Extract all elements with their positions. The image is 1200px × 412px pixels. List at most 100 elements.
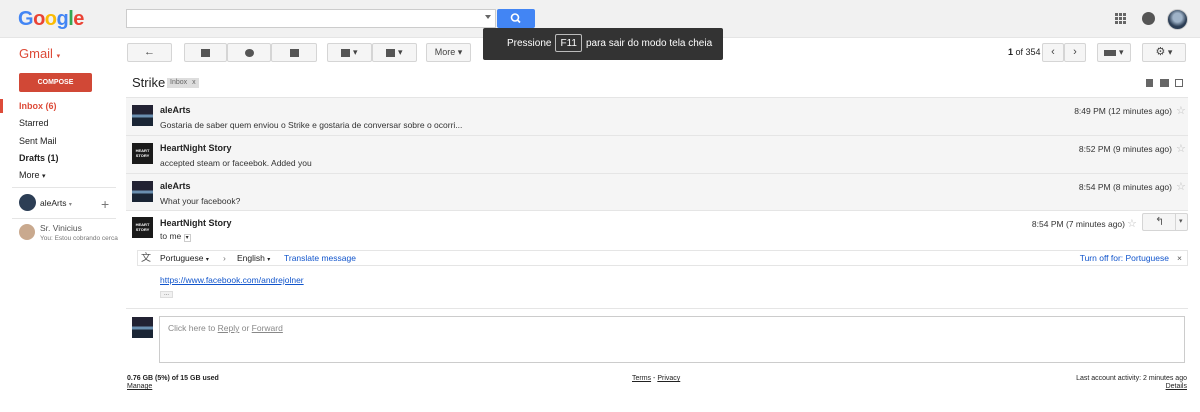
expand-all-icon[interactable]	[1146, 79, 1153, 87]
trash-icon	[289, 48, 299, 57]
sidebar-item-sent[interactable]: Sent Mail	[19, 136, 57, 146]
reply-or: or	[241, 323, 250, 333]
target-language-select[interactable]: English ▾	[237, 251, 270, 267]
reply-arrow-icon[interactable]: ↰	[1155, 215, 1164, 228]
reply-box[interactable]: Click here to Reply or Forward	[159, 316, 1185, 363]
newer-button[interactable]: ‹	[1042, 43, 1064, 62]
new-hangout-plus-icon[interactable]: +	[101, 196, 109, 212]
sidebar-item-drafts[interactable]: Drafts (1)	[19, 153, 59, 163]
message-collapsed[interactable]: HeartNight Story accepted steam or facee…	[126, 135, 1188, 173]
label-tag-icon	[386, 48, 396, 57]
print-icon[interactable]	[1160, 79, 1169, 87]
google-logo[interactable]: Google	[18, 8, 84, 31]
input-tools-button[interactable]: ▾	[1097, 43, 1131, 62]
message-recipient[interactable]: to me ▾	[160, 231, 191, 242]
show-trimmed-content-button[interactable]: ...	[160, 291, 173, 298]
message-sender: aleArts	[160, 181, 191, 191]
apps-grid-icon[interactable]	[1115, 13, 1126, 24]
gear-icon: ⚙	[1155, 46, 1166, 58]
archive-button[interactable]	[184, 43, 227, 62]
gmail-menu[interactable]: Gmail ▾	[19, 46, 60, 61]
manage-link[interactable]: Manage	[127, 383, 152, 390]
sidebar-item-inbox[interactable]: Inbox (6)	[19, 101, 57, 111]
chevron-down-icon: ▾	[68, 202, 72, 208]
inbox-label-chip[interactable]: Inbox x	[167, 78, 199, 88]
conversation-subject: Strike	[132, 75, 166, 90]
message-collapsed[interactable]: aleArts What your facebook? 8:54 PM (8 m…	[126, 173, 1188, 210]
forward-link[interactable]: Forward	[252, 323, 283, 333]
sidebar-divider	[12, 218, 116, 219]
active-nav-indicator	[0, 99, 3, 113]
logo-letter: g	[56, 8, 69, 30]
chevron-down-icon: ▾	[397, 47, 403, 57]
account-avatar[interactable]	[1167, 9, 1188, 30]
folder-icon	[341, 48, 351, 57]
message-time: 8:54 PM (7 minutes ago)	[1031, 219, 1125, 229]
recipient-text: to me	[160, 231, 182, 241]
reply-link[interactable]: Reply	[218, 323, 240, 333]
logo-letter: o	[44, 8, 57, 30]
manage-storage[interactable]: Manage	[127, 383, 152, 390]
terms-link[interactable]: Terms	[632, 375, 651, 382]
chevron-down-icon: ▾	[267, 257, 271, 263]
older-button[interactable]: ›	[1064, 43, 1086, 62]
report-spam-button[interactable]	[227, 43, 271, 62]
translate-bar: 文 Portuguese ▾ › English ▾ Translate mes…	[137, 250, 1188, 266]
search-input[interactable]	[126, 9, 496, 28]
message-time: 8:49 PM (12 minutes ago)	[1074, 106, 1172, 116]
labels-button[interactable]: ▾	[372, 43, 417, 62]
sender-avatar	[132, 143, 153, 164]
hangouts-user[interactable]: aleArts ▾	[40, 198, 72, 208]
sidebar-item-more[interactable]: More ▾	[19, 170, 46, 180]
source-language-select[interactable]: Portuguese ▾	[160, 251, 209, 267]
message-header[interactable]: HeartNight Story to me ▾ 8:54 PM (7 minu…	[126, 211, 1188, 247]
turn-off-translate-link[interactable]: Turn off for: Portuguese	[1080, 251, 1169, 265]
message-sender: HeartNight Story	[160, 218, 232, 228]
translate-icon: 文	[141, 253, 151, 264]
search-button[interactable]	[497, 9, 535, 28]
gmail-label: Gmail	[19, 46, 53, 61]
message-time: 8:54 PM (8 minutes ago)	[1078, 182, 1172, 192]
contact-avatar	[19, 224, 35, 240]
message-sender: HeartNight Story	[160, 143, 232, 153]
close-icon[interactable]: ×	[1177, 251, 1182, 265]
activity-details[interactable]: Details	[1166, 383, 1187, 390]
pager-text: 1 of 354	[1008, 47, 1041, 57]
pager-position: 1	[1008, 47, 1014, 57]
contact-name[interactable]: Sr. Vinicius	[40, 223, 82, 233]
show-details-chevron-icon[interactable]: ▾	[183, 234, 191, 242]
chevron-down-icon[interactable]: ▾	[1179, 217, 1183, 225]
new-window-icon[interactable]	[1175, 79, 1183, 87]
star-icon[interactable]: ☆	[1176, 144, 1186, 155]
chevron-down-icon: ▾	[205, 257, 209, 263]
settings-button[interactable]: ⚙ ▾	[1142, 43, 1186, 62]
reply-prompt: Click here to	[168, 323, 216, 333]
back-button[interactable]: ←	[127, 43, 172, 62]
sidebar-item-starred[interactable]: Starred	[19, 118, 49, 128]
source-language: Portuguese	[160, 253, 204, 263]
privacy-link[interactable]: Privacy	[657, 375, 680, 382]
chevron-down-icon: ▾	[1167, 47, 1173, 57]
keyboard-icon	[1104, 49, 1117, 56]
more-button[interactable]: More ▾	[426, 43, 471, 62]
body-link[interactable]: https://www.facebook.com/andrejolner	[160, 275, 304, 285]
message-collapsed[interactable]: aleArts Gostaria de saber quem enviou o …	[126, 97, 1188, 135]
archive-icon	[201, 48, 210, 57]
details-link[interactable]: Details	[1166, 383, 1187, 390]
message-snippet: Gostaria de saber quem enviou o Strike e…	[160, 120, 463, 130]
remove-label-icon[interactable]: x	[192, 79, 196, 86]
chevron-down-icon: ▾	[457, 47, 463, 57]
move-to-button[interactable]: ▾	[327, 43, 372, 62]
compose-button[interactable]: COMPOSE	[19, 73, 92, 92]
notifications-icon[interactable]	[1142, 12, 1155, 25]
star-icon[interactable]: ☆	[1176, 182, 1186, 193]
delete-button[interactable]	[271, 43, 317, 62]
search-options-chevron-icon[interactable]	[485, 15, 491, 19]
more-label: More	[434, 47, 456, 57]
reply-avatar-wrap	[126, 309, 156, 339]
reply-button-group[interactable]: ↰ ▾	[1142, 213, 1188, 231]
translate-message-link[interactable]: Translate message	[284, 251, 356, 265]
star-icon[interactable]: ☆	[1127, 219, 1137, 230]
message-sender: aleArts	[160, 105, 191, 115]
star-icon[interactable]: ☆	[1176, 106, 1186, 117]
